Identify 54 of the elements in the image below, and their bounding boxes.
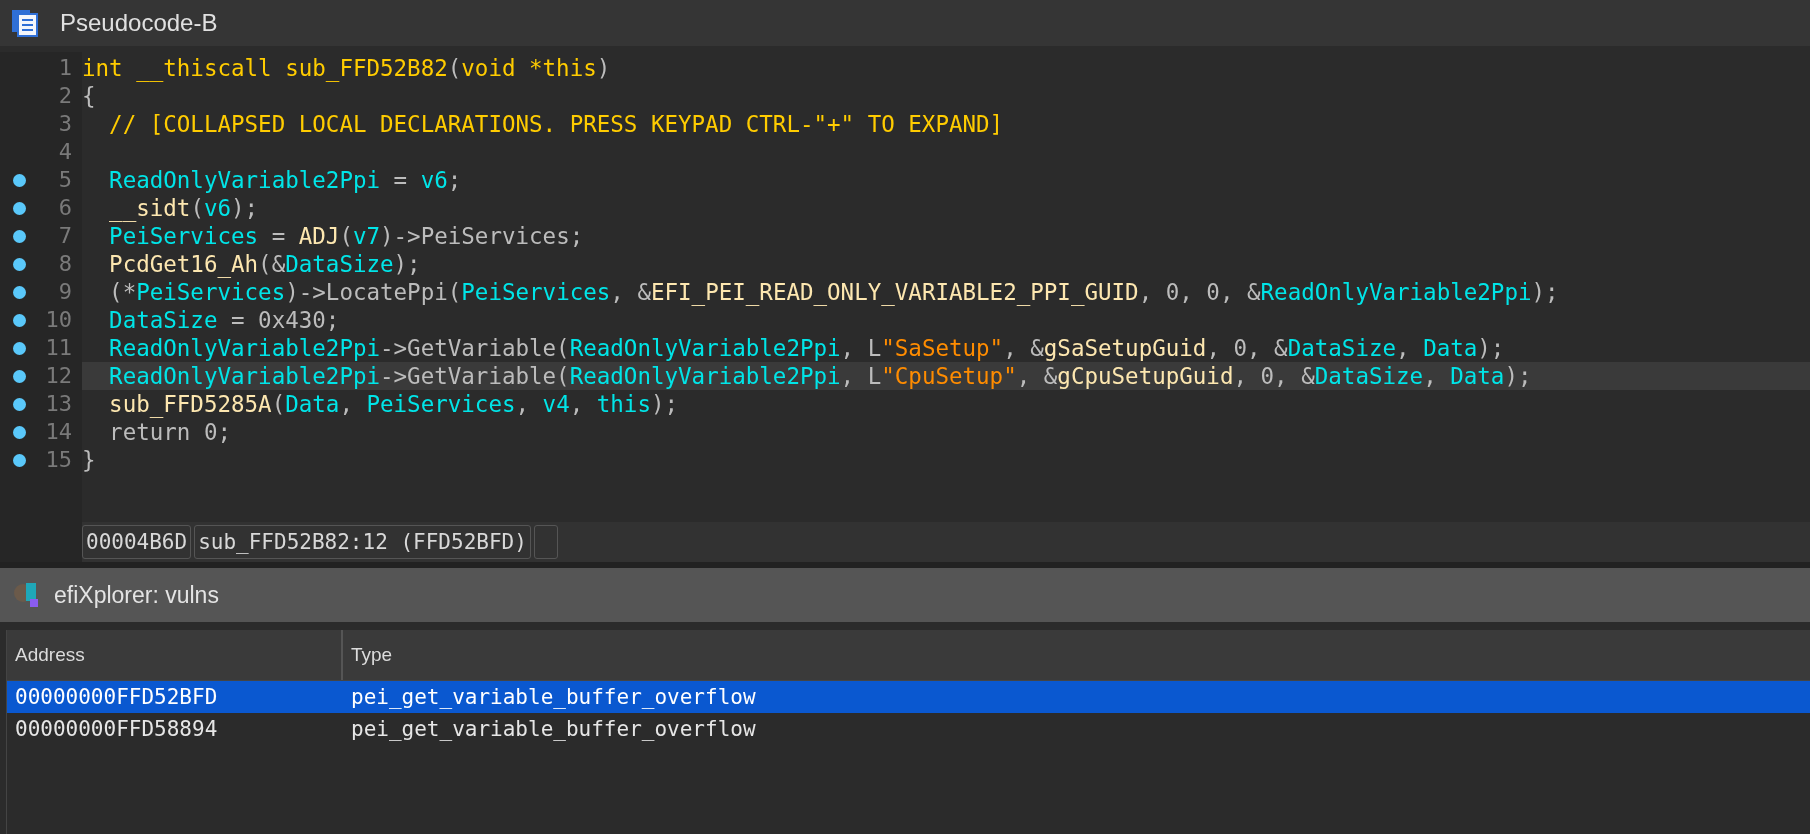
code-text: } (82, 447, 96, 473)
line-number: 5 (57, 166, 73, 194)
code-text: ReadOnlyVariable2Ppi->GetVariable(ReadOnlyVariable2Ppi, L"SaSetup", &gSaSetupGuid, 0, &DataSize, Data); (108, 335, 1505, 361)
code-text: // [COLLAPSED LOCAL DECLARATIONS. PRESS KEYPAD CTRL-"+" TO EXPAND] (108, 111, 1004, 137)
line-number: 9 (57, 278, 73, 306)
breakpoint-dot-icon[interactable] (12, 397, 26, 411)
code-text: PeiServices = ADJ(v7)->PeiServices; (108, 223, 584, 249)
code-text: __sidt(v6); (108, 195, 259, 221)
code-text: DataSize = 0x430; (108, 307, 340, 333)
line-number: 11 (44, 334, 73, 362)
window-title: Pseudocode-B (60, 9, 218, 37)
breakpoint-dot-icon[interactable] (12, 313, 26, 327)
breakpoint-dot-icon[interactable] (12, 453, 26, 467)
breakpoint-dot-icon[interactable] (12, 201, 26, 215)
table-cell-text: 00000000FFD58894 (14, 717, 219, 741)
code-text: sub_FFD5285A(Data, PeiServices, v4, this); (108, 391, 679, 417)
breakpoint-dot-icon[interactable] (12, 257, 26, 271)
plugin-icon (12, 581, 40, 609)
panel-title: efiXplorer: vulns (54, 581, 219, 609)
code-text: int __thiscall sub_FFD52B82(void *this) (82, 55, 611, 81)
breakpoint-dot-icon[interactable] (12, 369, 26, 383)
status-field: 00004B6D (82, 525, 192, 559)
column-header[interactable]: Type (343, 630, 393, 680)
line-number: 12 (44, 362, 73, 390)
document-list-icon (10, 8, 40, 38)
code-text: (*PeiServices)->LocatePpi(PeiServices, &EFI_PEI_READ_ONLY_VARIABLE2_PPI_GUID, 0, 0, &ReadOnlyVariable2Ppi); (108, 279, 1559, 305)
line-number: 8 (57, 250, 73, 278)
line-number: 15 (44, 446, 73, 474)
line-number: 10 (44, 306, 73, 334)
table-cell-text: pei_get_variable_buffer_overflow (350, 685, 756, 709)
breakpoint-dot-icon[interactable] (12, 425, 26, 439)
code-text: PcdGet16_Ah(&DataSize); (108, 251, 421, 277)
breakpoint-dot-icon[interactable] (12, 173, 26, 187)
status-field: sub_FFD52B82:12 (FFD52BFD) (194, 525, 531, 559)
code-text: { (82, 83, 96, 109)
line-number: 13 (44, 390, 73, 418)
table-cell-text: pei_get_variable_buffer_overflow (350, 717, 756, 741)
breakpoint-dot-icon[interactable] (12, 341, 26, 355)
line-number: 3 (57, 110, 73, 138)
code-text: ReadOnlyVariable2Ppi = v6; (108, 167, 462, 193)
line-number: 4 (57, 138, 73, 166)
line-number: 6 (57, 194, 73, 222)
line-number: 1 (57, 54, 73, 82)
line-number: 2 (57, 82, 73, 110)
table-row[interactable]: 00000000FFD52BFD pei_get_variable_buffer_overflow (7, 681, 1810, 713)
breakpoint-dot-icon[interactable] (12, 285, 26, 299)
breakpoint-dot-icon[interactable] (12, 229, 26, 243)
code-text: ReadOnlyVariable2Ppi->GetVariable(ReadOnlyVariable2Ppi, L"CpuSetup", &gCpuSetupGuid, 0, &DataSize, Data); (108, 363, 1532, 389)
line-number: 14 (44, 418, 73, 446)
table-row[interactable]: 00000000FFD58894 pei_get_variable_buffer_overflow (7, 713, 1810, 745)
code-text: return 0; (108, 419, 231, 445)
table-cell-text: 00000000FFD52BFD (14, 685, 219, 709)
line-number: 7 (57, 222, 73, 250)
status-field (533, 525, 558, 559)
